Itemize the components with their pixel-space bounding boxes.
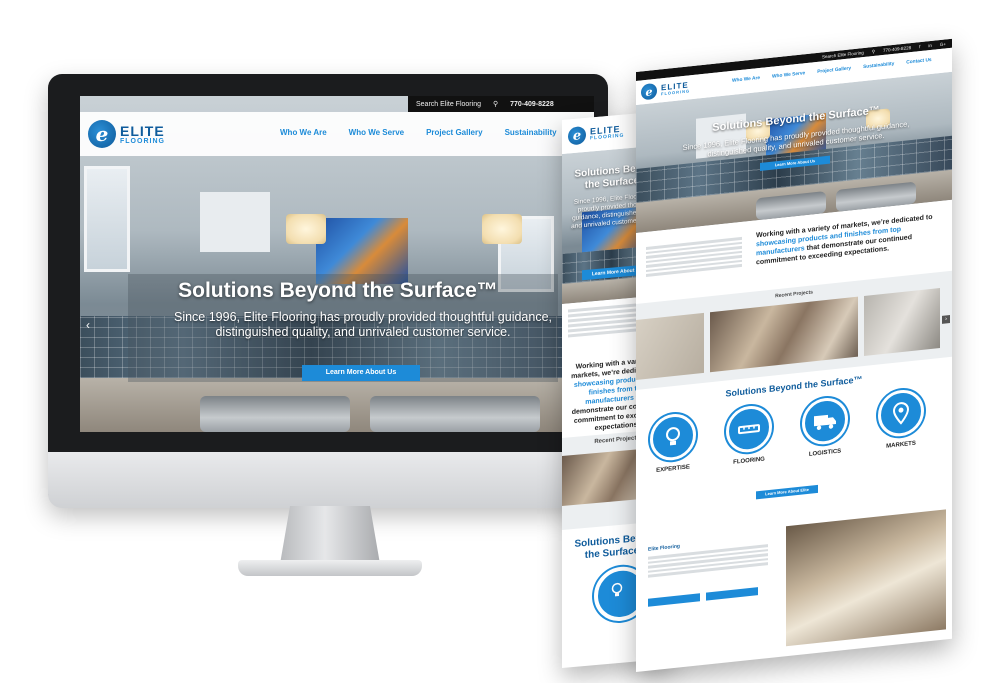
- elite-flooring-logo[interactable]: e ELITE FLOORING: [641, 79, 691, 101]
- elite-flooring-logo[interactable]: e ELITE FLOORING: [88, 120, 165, 148]
- phone-number[interactable]: 770-409-8228: [510, 101, 554, 108]
- nav-who-we-serve[interactable]: Who We Serve: [349, 128, 404, 137]
- service-title: EXPERTISE: [656, 464, 690, 474]
- monitor-chin: [48, 452, 608, 508]
- about-button-1[interactable]: [648, 593, 700, 607]
- service-expertise[interactable]: EXPERTISE: [638, 410, 708, 475]
- linkedin-icon[interactable]: in: [928, 43, 932, 48]
- desktop-screen: Search Elite Flooring ⚲ 770-409-8228 e E…: [80, 96, 594, 432]
- google-plus-icon[interactable]: G+: [940, 41, 946, 47]
- monitor-stand-base: [238, 560, 422, 576]
- logo-e-icon: e: [568, 125, 586, 146]
- search-icon[interactable]: ⚲: [493, 100, 498, 108]
- slider-prev-arrow-icon[interactable]: ‹: [86, 318, 90, 332]
- logo-line-1: ELITE: [120, 122, 165, 139]
- hero-title: Solutions Beyond the Surface™: [178, 279, 498, 302]
- search-input[interactable]: Search Elite Flooring: [416, 101, 481, 108]
- hero-subtitle: Since 1996, Elite Flooring has proudly p…: [173, 310, 553, 339]
- desktop-main-nav: Who We Are Who We Serve Project Gallery …: [280, 128, 579, 137]
- service-flooring[interactable]: FLOORING: [714, 402, 784, 467]
- measuring-tape-icon: [726, 403, 772, 455]
- service-title: MARKETS: [886, 440, 916, 450]
- about-button-2[interactable]: [706, 587, 758, 601]
- about-buttons: [648, 587, 758, 607]
- nav-contact-us[interactable]: Contact Us: [906, 58, 931, 66]
- nav-who-we-are[interactable]: Who We Are: [280, 128, 327, 137]
- learn-more-button[interactable]: Learn More About Us: [302, 365, 420, 381]
- nav-who-we-serve[interactable]: Who We Serve: [772, 71, 805, 79]
- bathroom-project-photo: [786, 509, 946, 647]
- nav-sustainability[interactable]: Sustainability: [505, 128, 557, 137]
- service-markets[interactable]: MARKETS: [866, 386, 936, 451]
- elite-flooring-heading: Elite Flooring: [648, 543, 680, 553]
- recent-project-thumb-left[interactable]: [636, 312, 704, 380]
- logo-line-2: FLOORING: [661, 88, 691, 97]
- nav-sustainability[interactable]: Sustainability: [863, 62, 894, 70]
- service-logistics[interactable]: LOGISTICS: [790, 394, 860, 459]
- truck-icon: [802, 395, 848, 447]
- facebook-icon[interactable]: f: [919, 44, 920, 49]
- intro-paragraph-placeholder: [646, 236, 742, 279]
- map-pin-icon: [878, 387, 924, 439]
- service-title: FLOORING: [733, 456, 765, 466]
- desktop-header: e ELITE FLOORING Who We Are Who We Serve…: [80, 112, 594, 156]
- recent-project-thumb-right[interactable]: [864, 288, 940, 357]
- service-title: LOGISTICS: [808, 448, 842, 458]
- desktop-utility-bar: Search Elite Flooring ⚲ 770-409-8228: [408, 96, 594, 112]
- logo-line-2: FLOORING: [120, 137, 165, 145]
- markets-statement: Working with a variety of markets, we’re…: [756, 213, 933, 267]
- logo-e-icon: e: [88, 120, 116, 148]
- elite-flooring-logo[interactable]: e ELITE FLOORING: [568, 123, 624, 146]
- monitor-stand-neck: [280, 506, 380, 564]
- search-icon[interactable]: ⚲: [872, 48, 875, 54]
- nav-who-we-are[interactable]: Who We Are: [732, 76, 760, 84]
- laptop-screen: Search Elite Flooring ⚲ 770-409-8228 f i…: [636, 38, 952, 673]
- learn-more-about-elite-button[interactable]: Learn More About Elite: [756, 484, 818, 500]
- nav-project-gallery[interactable]: Project Gallery: [426, 128, 482, 137]
- logo-line-2: FLOORING: [590, 132, 625, 142]
- mockup-scene: Search Elite Flooring ⚲ 770-409-8228 e E…: [0, 0, 992, 683]
- logo-e-icon: e: [641, 82, 657, 101]
- carousel-next-arrow-icon[interactable]: ›: [942, 314, 950, 324]
- lightbulb-icon: [650, 411, 696, 463]
- nav-project-gallery[interactable]: Project Gallery: [817, 66, 851, 75]
